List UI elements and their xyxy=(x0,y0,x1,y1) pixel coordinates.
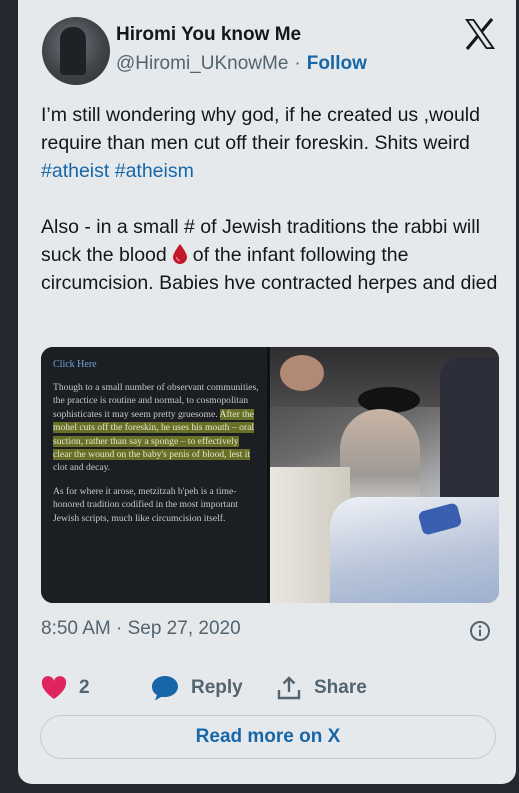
follow-button[interactable]: Follow xyxy=(307,53,367,74)
author-name[interactable]: Hiromi You know Me xyxy=(116,24,301,46)
media-image[interactable]: Click Here Though to a small number of o… xyxy=(41,347,499,603)
reply-label: Reply xyxy=(191,677,243,698)
ceremony-photo xyxy=(270,347,499,603)
share-label: Share xyxy=(314,677,367,698)
photo-face-left xyxy=(280,355,324,391)
avatar-figure xyxy=(60,27,86,75)
action-bar: 2 Reply Share xyxy=(41,673,501,703)
x-logo-icon[interactable] xyxy=(462,16,498,52)
like-button[interactable]: 2 xyxy=(41,673,90,703)
read-more-label: Read more on X xyxy=(195,726,341,747)
avatar[interactable] xyxy=(42,17,110,85)
tweet-card: Hiromi You know Me @Hiromi_UKnowMe · Follo… xyxy=(18,0,516,784)
share-icon xyxy=(277,676,301,700)
photo-infant-blanket xyxy=(330,497,499,603)
info-icon[interactable] xyxy=(469,620,491,642)
reply-button[interactable]: Reply xyxy=(151,673,243,703)
photo-man-right xyxy=(440,357,499,497)
article-para2: As for where it arose, metzitzah b'peh i… xyxy=(53,485,238,524)
like-count: 2 xyxy=(79,677,90,698)
tweet-text: I’m still wondering why god, if he creat… xyxy=(41,101,507,297)
click-here-link: Click Here xyxy=(53,359,97,370)
handle-row: @Hiromi_UKnowMe · Follow xyxy=(116,53,367,75)
article-para1-post: clot and decay. xyxy=(53,462,111,474)
separator-dot: · xyxy=(294,53,301,74)
hashtag-atheism[interactable]: #atheism xyxy=(115,160,194,182)
author-handle[interactable]: @Hiromi_UKnowMe xyxy=(116,53,288,74)
tweet-timestamp[interactable]: 8:50 AM · Sep 27, 2020 xyxy=(41,618,241,640)
heart-icon xyxy=(41,676,67,699)
read-more-button[interactable]: Read more on X xyxy=(40,715,496,759)
hashtag-atheist[interactable]: #atheist xyxy=(41,160,109,182)
tweet-text-line1: I’m still wondering why god, if he creat… xyxy=(41,104,480,154)
article-screenshot: Click Here Though to a small number of o… xyxy=(41,347,267,603)
drop-of-blood-icon xyxy=(172,244,187,264)
share-button[interactable]: Share xyxy=(276,673,367,703)
article-text: Though to a small number of observant co… xyxy=(53,381,259,535)
reply-bubble-icon xyxy=(152,676,178,701)
